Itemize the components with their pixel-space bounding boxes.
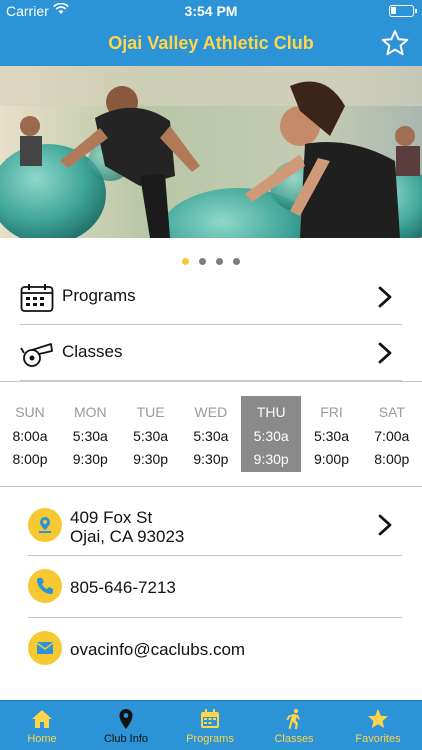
status-bar: Carrier 3:54 PM <box>0 0 422 22</box>
day-column: THU 5:30a 9:30p <box>241 396 302 472</box>
day-name: WED <box>194 404 228 420</box>
chevron-right-icon <box>378 514 392 536</box>
day-column: MON 5:30a 9:30p <box>60 396 120 472</box>
carousel-dot[interactable] <box>233 258 240 265</box>
tab-club-info[interactable]: Club Info <box>84 701 168 750</box>
carousel-dot[interactable] <box>199 258 206 265</box>
location-icon <box>28 508 62 542</box>
open-time: 5:30a <box>133 428 169 444</box>
day-column: FRI 5:30a 9:00p <box>302 396 362 472</box>
tab-bar: Home Club Info Programs Classes Favorite… <box>0 700 422 750</box>
open-time: 5:30a <box>313 428 350 444</box>
day-column: SUN 8:00a 8:00p <box>0 396 60 472</box>
email-address: ovacinfo@caclubs.com <box>70 640 246 659</box>
chevron-right-icon <box>378 286 392 308</box>
navigation-bar: Ojai Valley Athletic Club <box>0 22 422 66</box>
phone-row[interactable]: 805-646-7213 <box>28 556 402 618</box>
close-time: 8:00p <box>374 451 410 467</box>
open-time: 8:00a <box>12 428 48 444</box>
tab-favorites[interactable]: Favorites <box>336 701 420 750</box>
address-line-2: Ojai, CA 93023 <box>70 527 185 546</box>
phone-number: 805-646-7213 <box>70 578 176 597</box>
hours-schedule: SUN 8:00a 8:00p MON 5:30a 9:30p TUE 5:30a 9:30p W… <box>0 381 422 487</box>
tab-label: Favorites <box>355 733 401 745</box>
address-line-1: 409 Fox St <box>70 508 153 527</box>
clock: 3:54 PM <box>184 3 238 19</box>
star-icon <box>368 709 388 728</box>
star-icon[interactable] <box>380 28 410 58</box>
home-icon <box>32 710 52 728</box>
email-icon <box>28 631 62 665</box>
open-time: 5:30a <box>193 428 229 444</box>
tab-classes[interactable]: Classes <box>252 701 336 750</box>
fitness-class-photo <box>0 66 422 238</box>
close-time: 8:00p <box>12 451 48 467</box>
day-name: SAT <box>378 404 405 420</box>
tab-programs[interactable]: Programs <box>168 701 252 750</box>
open-time: 5:30a <box>72 428 108 444</box>
chevron-right-icon <box>378 342 392 364</box>
close-time: 9:30p <box>72 451 108 467</box>
battery-icon <box>389 5 417 17</box>
tab-label: Programs <box>186 733 234 745</box>
map-pin-icon <box>119 709 133 729</box>
page-title: Ojai Valley Athletic Club <box>108 33 314 53</box>
close-time: 9:30p <box>133 451 169 467</box>
whistle-icon <box>20 343 53 367</box>
programs-row[interactable]: Programs <box>20 269 402 325</box>
classes-row[interactable]: Classes <box>20 325 402 381</box>
day-column: SAT 7:00a 8:00p <box>362 396 422 472</box>
tab-label: Home <box>27 733 57 745</box>
phone-icon <box>28 569 62 603</box>
day-name: SUN <box>15 404 45 420</box>
calendar-icon <box>20 284 54 312</box>
day-name: FRI <box>320 404 343 420</box>
carousel-dot[interactable] <box>216 258 223 265</box>
tab-home[interactable]: Home <box>0 701 84 750</box>
close-time: 9:30p <box>253 451 289 467</box>
classes-label: Classes <box>62 342 123 361</box>
carousel-dot[interactable] <box>182 258 189 265</box>
tab-label: Club Info <box>103 733 149 745</box>
day-name: MON <box>73 404 107 420</box>
hero-image[interactable] <box>0 66 422 238</box>
tab-label: Classes <box>274 733 314 745</box>
runner-icon <box>286 708 300 729</box>
email-row[interactable]: ovacinfo@caclubs.com <box>28 618 402 680</box>
close-time: 9:00p <box>313 451 350 467</box>
open-time: 5:30a <box>253 428 289 444</box>
day-column: TUE 5:30a 9:30p <box>121 396 181 472</box>
close-time: 9:30p <box>193 451 229 467</box>
open-time: 7:00a <box>374 428 410 444</box>
carousel-page-indicator[interactable] <box>0 252 422 265</box>
day-name: TUE <box>136 404 165 420</box>
programs-label: Programs <box>62 286 136 305</box>
address-row[interactable]: 409 Fox St Ojai, CA 93023 <box>28 494 402 556</box>
day-name: THU <box>256 404 286 420</box>
calendar-icon <box>201 709 219 728</box>
day-column: WED 5:30a 9:30p <box>181 396 241 472</box>
